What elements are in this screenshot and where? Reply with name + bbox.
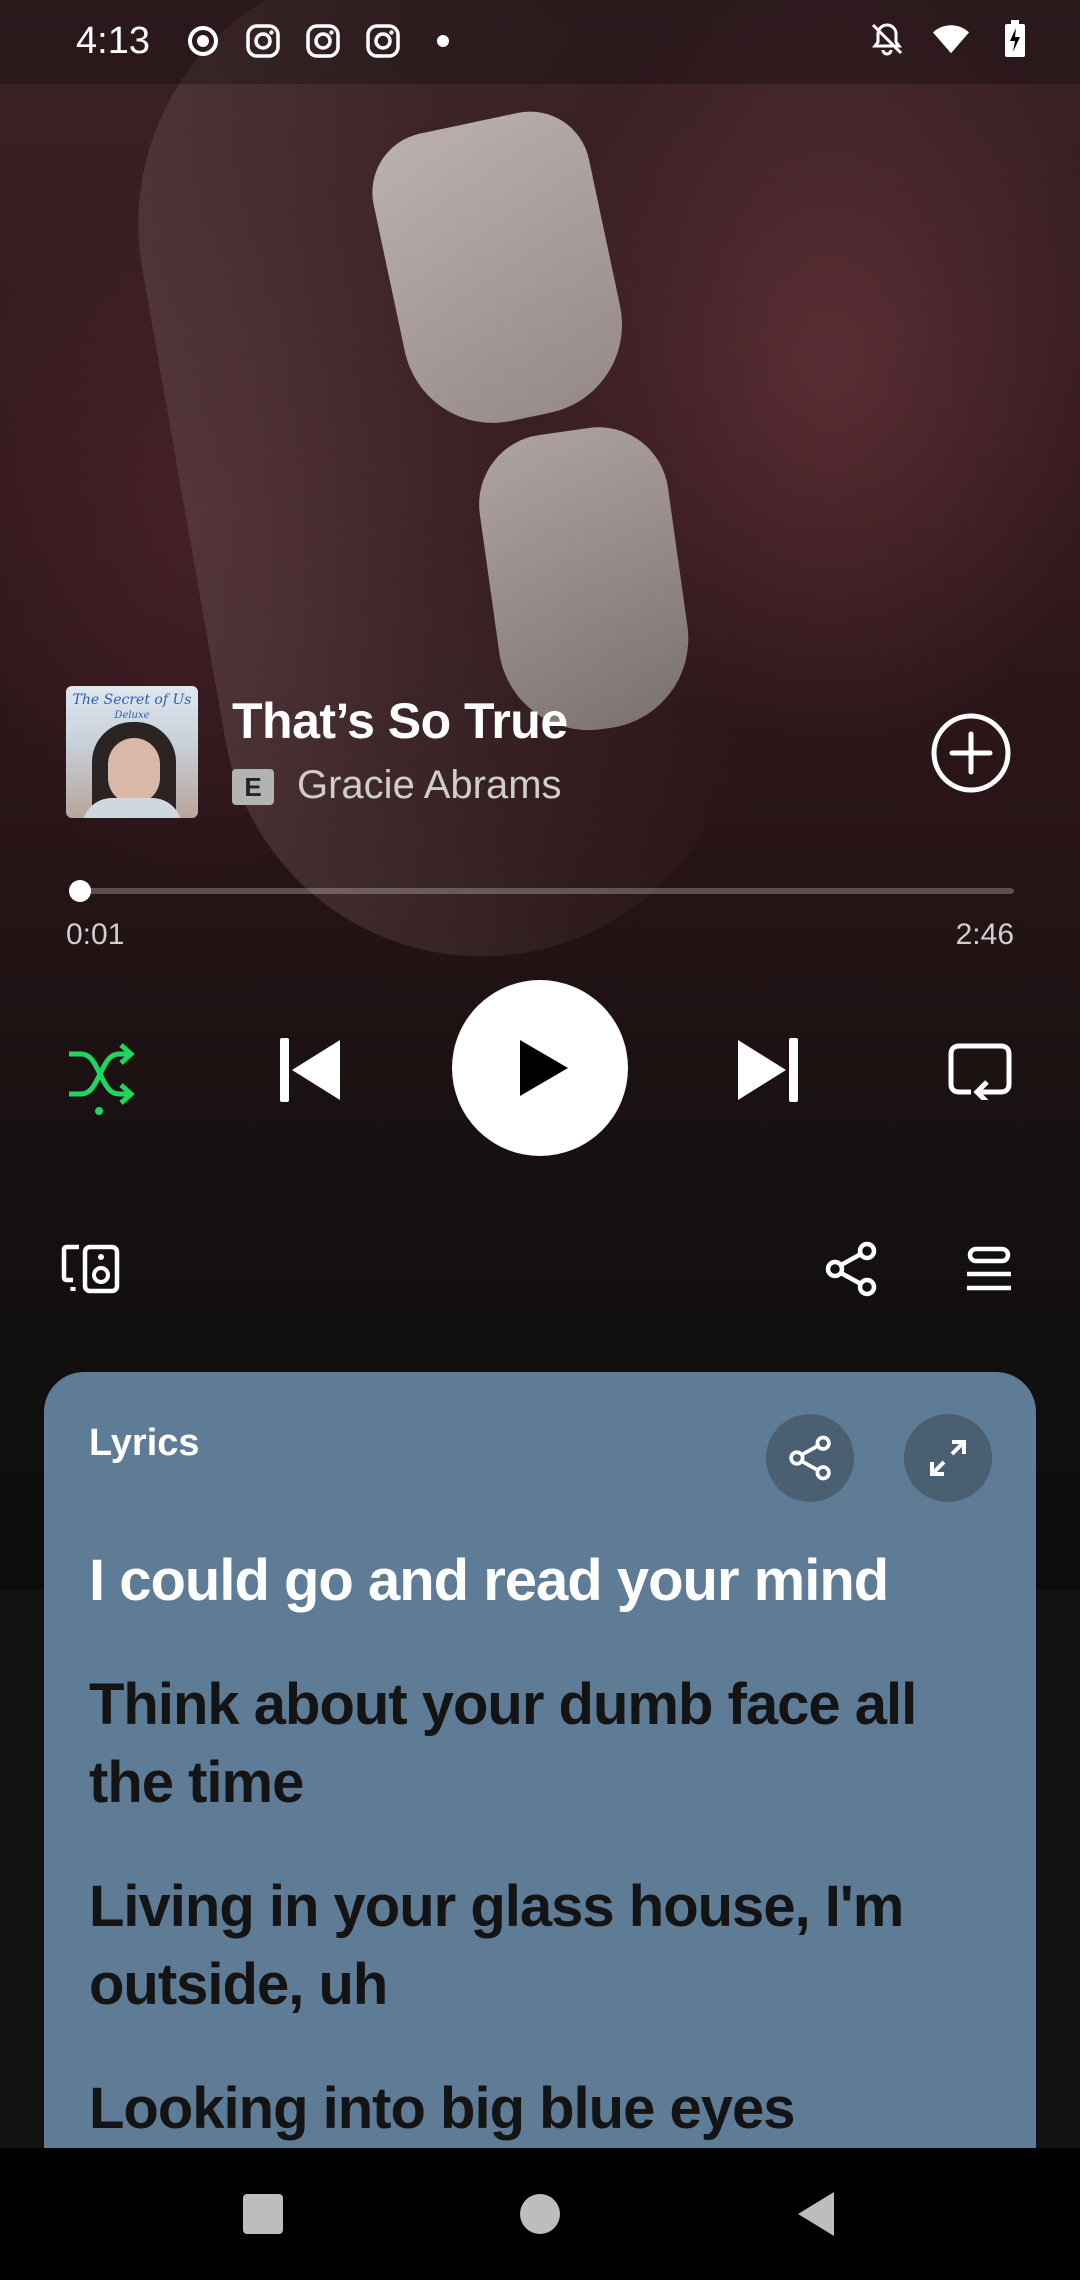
system-nav-bar [0,2148,1080,2280]
play-button[interactable] [452,980,628,1156]
back-button[interactable] [786,2184,846,2244]
speaker-device-icon [61,1244,120,1294]
home-button[interactable] [510,2184,570,2244]
instagram-icon [304,22,342,60]
lyrics-label: Lyrics [89,1422,200,1464]
record-icon [184,22,222,60]
elapsed-time: 0:01 [66,918,125,951]
shuffle-active-dot [95,1107,103,1115]
lyrics-share-button[interactable] [766,1414,854,1502]
progress-thumb[interactable] [68,880,91,902]
dot-icon [424,22,462,60]
artist-name[interactable]: Gracie Abrams [297,763,562,808]
track-title[interactable]: That’s So True [232,692,568,750]
lyric-line[interactable]: Living in your glass house, I'm outside,… [89,1868,1009,2024]
album-art-face [108,738,160,804]
album-art[interactable]: The Secret of Us Deluxe [66,686,198,818]
triangle-back-icon [798,2192,834,2236]
notification-icons [184,22,462,60]
lyric-line[interactable]: Think about your dumb face all the time [89,1666,1009,1822]
circle-icon [520,2194,560,2234]
connect-device-button[interactable] [58,1236,124,1302]
square-icon [243,2194,283,2234]
battery-charging-icon [996,20,1034,58]
skip-next-icon [738,1038,798,1102]
progress-bar[interactable] [68,880,1014,902]
instagram-icon [244,22,282,60]
instagram-icon [364,22,402,60]
repeat-button[interactable] [940,1030,1020,1110]
queue-icon [967,1246,1011,1291]
expand-icon [930,1440,966,1476]
previous-button[interactable] [270,1030,350,1110]
status-time: 4:13 [76,20,150,62]
skip-previous-icon [280,1038,340,1102]
status-bar: 4:13 [0,0,1080,84]
share-icon [825,1241,877,1297]
recents-button[interactable] [233,2184,293,2244]
total-time: 2:46 [955,918,1014,951]
share-button[interactable] [818,1236,884,1302]
system-icons [868,20,1034,58]
lyric-line[interactable]: Looking into big blue eyes [89,2070,1009,2148]
shuffle-button[interactable] [60,1034,140,1114]
add-to-library-button[interactable] [930,712,1012,794]
shuffle-icon [69,1043,135,1105]
share-icon [789,1435,831,1481]
explicit-badge: E [232,769,274,805]
album-art-subtitle: Deluxe [114,710,150,721]
album-art-title: The Secret of Us [72,692,192,708]
wifi-icon [932,20,970,58]
bell-off-icon [868,20,906,58]
lyric-line[interactable]: I could go and read your mind [89,1542,1009,1620]
plus-circle-icon [931,713,1011,793]
lyrics-card[interactable]: Lyrics I could go and read your mind Thi… [44,1372,1036,2152]
next-button[interactable] [728,1030,808,1110]
lyrics-expand-button[interactable] [904,1414,992,1502]
repeat-icon [948,1043,1012,1100]
play-icon [520,1040,568,1096]
queue-button[interactable] [956,1236,1022,1302]
